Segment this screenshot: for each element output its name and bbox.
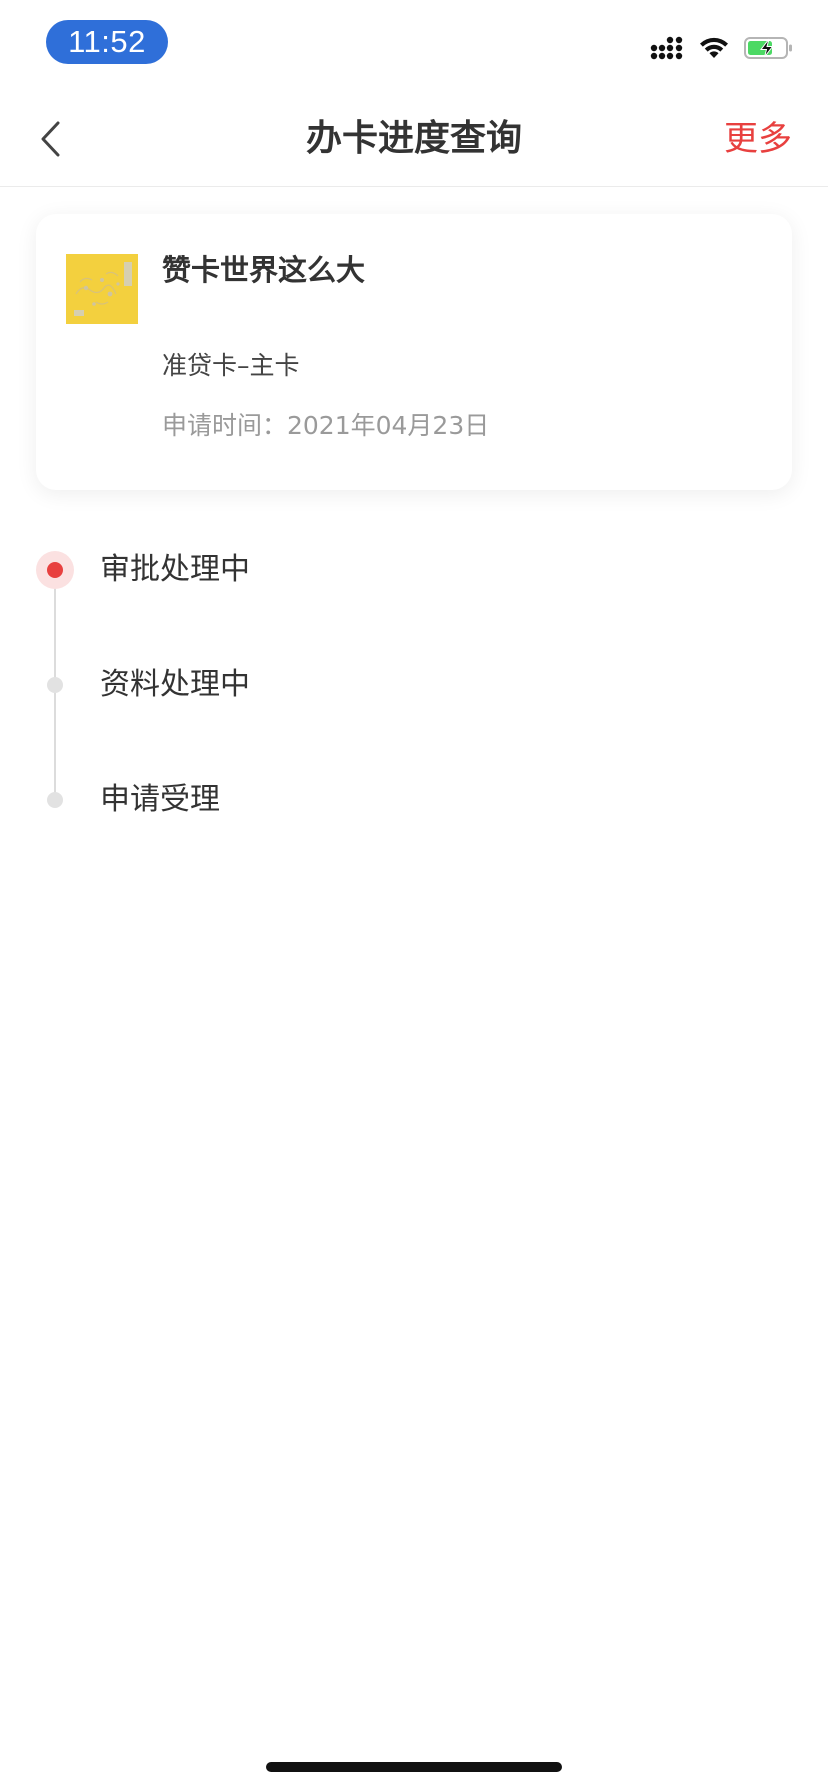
nav-bar: 办卡进度查询 更多 [0, 92, 828, 187]
battery-charging-icon [744, 37, 792, 59]
step-status-dot [35, 780, 75, 820]
apply-time: 申请时间：2021年04月23日 [162, 411, 490, 440]
status-time: 11:52 [46, 20, 168, 64]
card-image-icon [66, 254, 138, 324]
step-status-dot [35, 550, 75, 590]
status-bar: 11:52 [0, 0, 828, 92]
home-indicator[interactable] [266, 1762, 562, 1772]
step-label: 资料处理中 [100, 667, 250, 702]
step-label: 申请受理 [100, 782, 220, 817]
progress-timeline: 审批处理中 资料处理中 申请受理 [0, 540, 828, 840]
page-title: 办卡进度查询 [305, 118, 522, 159]
signal-icon [650, 36, 683, 60]
step-label: 审批处理中 [100, 552, 250, 587]
wifi-icon [700, 37, 728, 58]
active-dot-ring [36, 551, 74, 589]
more-button[interactable]: 更多 [724, 92, 792, 186]
card-type: 准贷卡–主卡 [162, 351, 300, 380]
step-status-dot [35, 665, 75, 705]
timeline-step-approval: 审批处理中 [0, 540, 828, 600]
status-icons [650, 34, 794, 62]
card-thumbnail [66, 254, 138, 324]
inactive-dot-icon [47, 677, 63, 693]
chevron-left-icon [41, 121, 60, 157]
inactive-dot-icon [47, 792, 63, 808]
active-dot-icon [47, 562, 63, 578]
timeline-step-accepted: 申请受理 [0, 770, 828, 830]
card-name: 赞卡世界这么大 [162, 253, 366, 287]
timeline-step-documents: 资料处理中 [0, 655, 828, 715]
card-info-panel[interactable]: 赞卡世界这么大 准贷卡–主卡 申请时间：2021年04月23日 [36, 214, 792, 490]
back-button[interactable] [22, 110, 80, 168]
